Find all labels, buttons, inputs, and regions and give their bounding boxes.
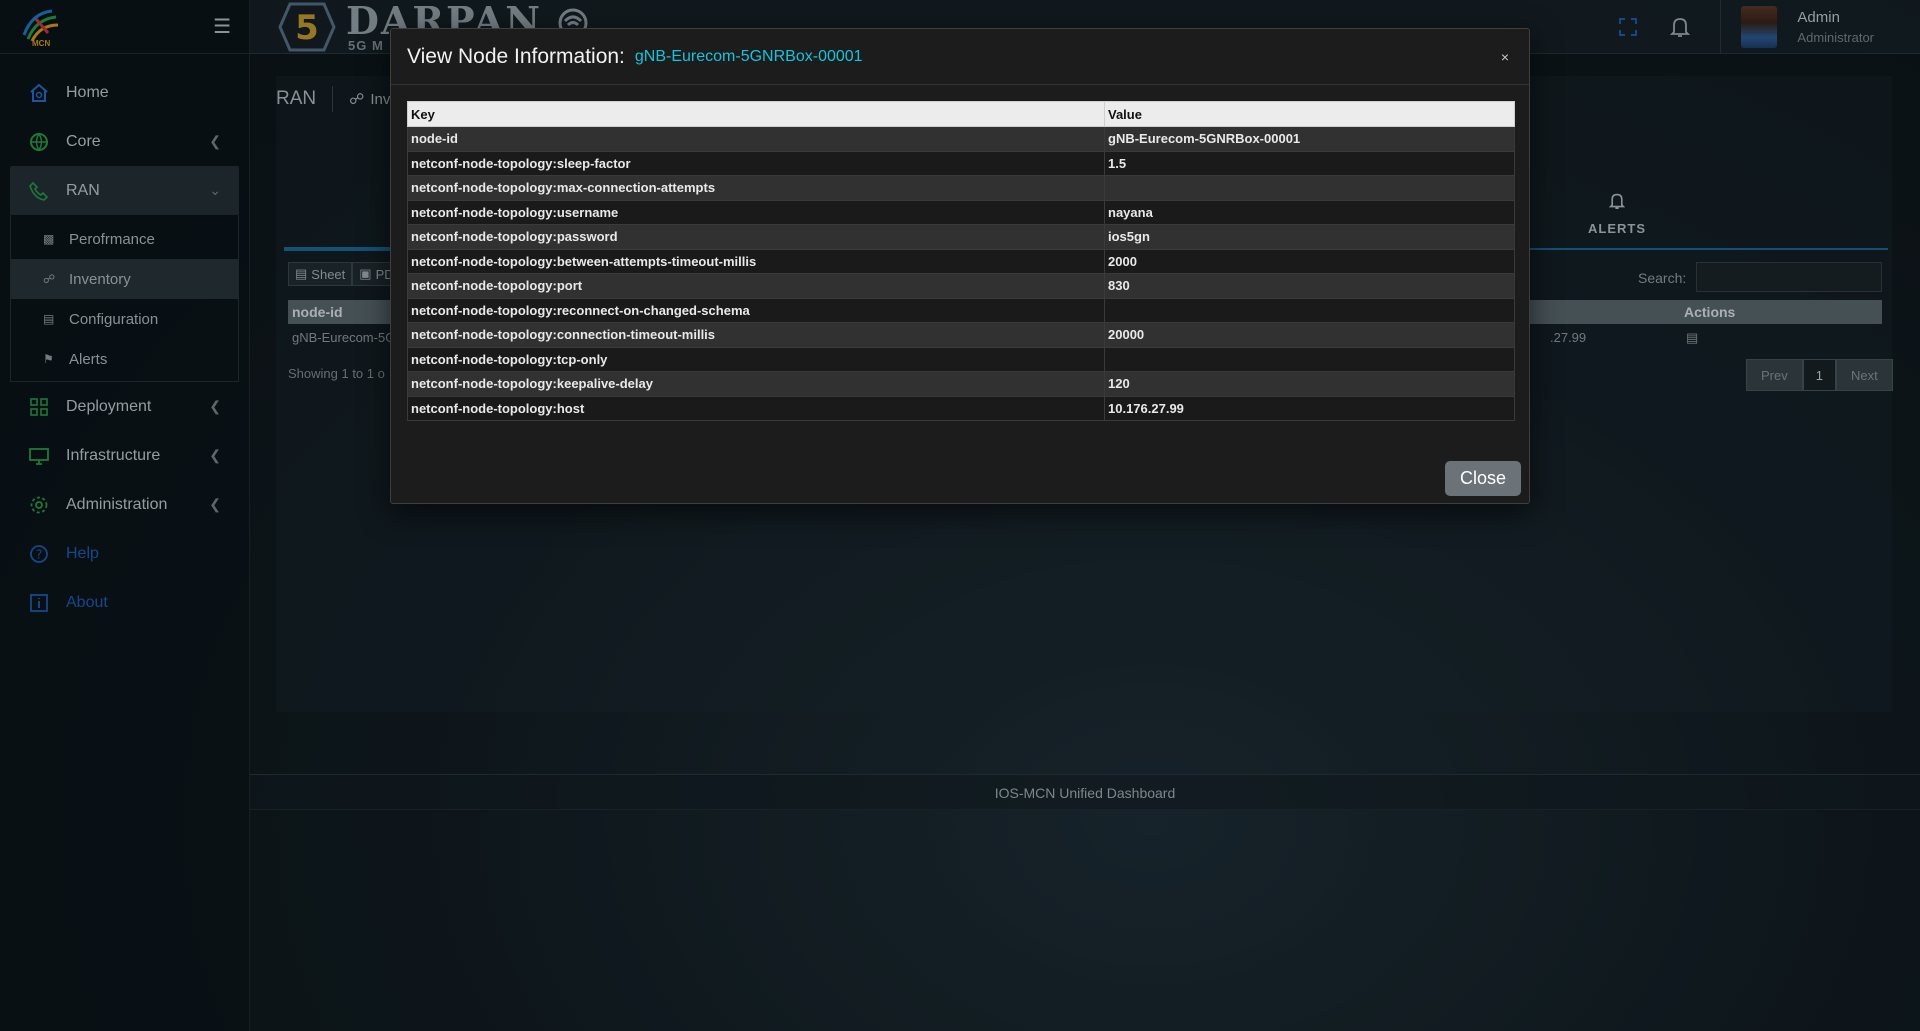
value-cell: 120 <box>1104 371 1515 397</box>
modal-header: View Node Information: gNB-Eurecom-5GNRB… <box>391 29 1529 85</box>
value-cell: 20000 <box>1104 322 1515 348</box>
col-value: Value <box>1104 101 1515 127</box>
key-cell: netconf-node-topology:sleep-factor <box>407 150 1105 176</box>
table-row: netconf-node-topology:username nayana <box>407 199 1515 225</box>
table-row: netconf-node-topology:sleep-factor 1.5 <box>407 150 1515 176</box>
key-cell: netconf-node-topology:host <box>407 395 1105 421</box>
key-cell: netconf-node-topology:keepalive-delay <box>407 371 1105 397</box>
node-info-body: node-id gNB-Eurecom-5GNRBox-00001 netconf-… <box>407 126 1515 421</box>
node-info-table: Key Value node-id gNB-Eurecom-5GNRBox-000… <box>407 101 1515 421</box>
key-cell: netconf-node-topology:username <box>407 199 1105 225</box>
value-cell <box>1104 175 1515 201</box>
key-cell: netconf-node-topology:connection-timeout… <box>407 322 1105 348</box>
table-row: netconf-node-topology:between-attempts-t… <box>407 248 1515 274</box>
value-cell: 10.176.27.99 <box>1104 395 1515 421</box>
value-cell <box>1104 297 1515 323</box>
table-row: netconf-node-topology:connection-timeout… <box>407 322 1515 348</box>
value-cell: ios5gn <box>1104 224 1515 250</box>
table-row: node-id gNB-Eurecom-5GNRBox-00001 <box>407 126 1515 152</box>
value-cell: 1.5 <box>1104 150 1515 176</box>
table-row: netconf-node-topology:keepalive-delay 120 <box>407 371 1515 397</box>
close-button[interactable]: Close <box>1445 461 1521 496</box>
table-row: netconf-node-topology:password ios5gn <box>407 224 1515 250</box>
key-cell: netconf-node-topology:between-attempts-t… <box>407 248 1105 274</box>
value-cell: 2000 <box>1104 248 1515 274</box>
value-cell <box>1104 346 1515 372</box>
key-cell: netconf-node-topology:reconnect-on-chang… <box>407 297 1105 323</box>
value-cell: nayana <box>1104 199 1515 225</box>
key-cell: netconf-node-topology:password <box>407 224 1105 250</box>
close-icon[interactable]: × <box>1501 49 1509 65</box>
modal-title: View Node Information: <box>407 44 625 68</box>
value-cell: 830 <box>1104 273 1515 299</box>
table-row: netconf-node-topology:reconnect-on-chang… <box>407 297 1515 323</box>
table-row: netconf-node-topology:port 830 <box>407 273 1515 299</box>
key-cell: netconf-node-topology:tcp-only <box>407 346 1105 372</box>
key-cell: netconf-node-topology:port <box>407 273 1105 299</box>
table-row: netconf-node-topology:tcp-only <box>407 346 1515 372</box>
table-row: netconf-node-topology:host 10.176.27.99 <box>407 395 1515 421</box>
key-cell: netconf-node-topology:max-connection-att… <box>407 175 1105 201</box>
value-cell: gNB-Eurecom-5GNRBox-00001 <box>1104 126 1515 152</box>
node-info-modal: View Node Information: gNB-Eurecom-5GNRB… <box>390 28 1530 504</box>
modal-node-name: gNB-Eurecom-5GNRBox-00001 <box>634 47 863 65</box>
col-key: Key <box>407 101 1105 127</box>
key-cell: node-id <box>407 126 1105 152</box>
table-row: netconf-node-topology:max-connection-att… <box>407 175 1515 201</box>
